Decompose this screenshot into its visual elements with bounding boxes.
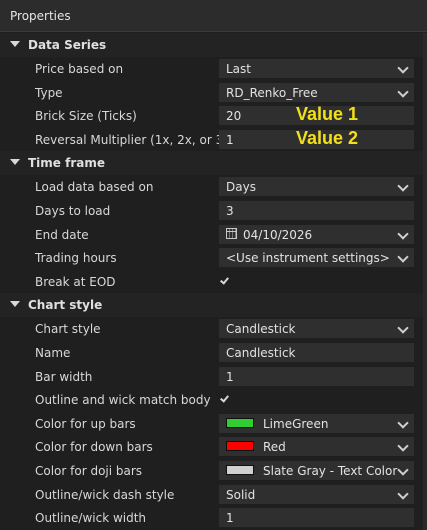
property-grid: Data Series Price based on Last Type RD_…	[0, 33, 427, 530]
section-data-series[interactable]: Data Series	[0, 33, 427, 57]
field-value: Candlestick	[226, 322, 296, 337]
color-swatch	[226, 441, 254, 452]
row-days-to-load[interactable]: Days to load 3	[0, 199, 427, 223]
days-to-load-input[interactable]: 3	[219, 200, 414, 220]
color-swatch	[226, 417, 254, 428]
color-swatch	[226, 464, 254, 475]
property-name: Color for down bars	[35, 440, 153, 455]
annotation-value-1: Value 1	[296, 104, 359, 125]
row-type[interactable]: Type RD_Renko_Free	[0, 81, 427, 105]
dropdown-arrow-icon[interactable]	[397, 440, 409, 452]
property-name: Reversal Multiplier (1x, 2x, or 3x)	[35, 132, 236, 147]
end-date-picker[interactable]: 04/10/2026	[219, 224, 414, 244]
row-end-date[interactable]: End date 04/10/2026	[0, 223, 427, 247]
field-value: 1	[226, 132, 234, 147]
row-reversal-multiplier[interactable]: Reversal Multiplier (1x, 2x, or 3x) 1 Va…	[0, 128, 427, 152]
chart-style-select[interactable]: Candlestick	[219, 319, 414, 339]
chevron-down-icon[interactable]	[10, 301, 20, 308]
price-based-on-select[interactable]: Last	[219, 59, 414, 78]
property-name: Type	[35, 85, 63, 100]
field-value: Solid	[226, 487, 256, 502]
type-select[interactable]: RD_Renko_Free	[219, 82, 414, 102]
chevron-down-icon[interactable]	[10, 159, 20, 166]
property-name: Days to load	[35, 203, 111, 218]
panel-title-bar: Properties	[0, 0, 427, 32]
annotation-value-2: Value 2	[296, 127, 359, 148]
property-name: Outline/wick width	[35, 511, 147, 526]
property-name: Brick Size (Ticks)	[35, 109, 137, 124]
color-down-bars-select[interactable]: Red	[219, 437, 414, 457]
dropdown-arrow-icon[interactable]	[397, 62, 409, 74]
property-name: Trading hours	[35, 251, 117, 266]
field-value: 20	[226, 109, 242, 124]
trading-hours-select[interactable]: <Use instrument settings>	[219, 248, 414, 268]
property-name: Color for doji bars	[35, 463, 143, 478]
field-value: 1	[226, 369, 234, 384]
property-name: Outline and wick match body	[35, 393, 211, 408]
row-price-based-on[interactable]: Price based on Last	[0, 57, 427, 81]
property-name: Color for up bars	[35, 416, 136, 431]
row-brick-size[interactable]: Brick Size (Ticks) 20 Value 1	[0, 104, 427, 128]
property-name: Price based on	[35, 62, 124, 76]
outline-dash-style-select[interactable]: Solid	[219, 484, 414, 504]
row-outline-dash-style[interactable]: Outline/wick dash style Solid	[0, 483, 427, 507]
field-value: Slate Gray - Text Color	[263, 463, 398, 478]
field-value: Red	[263, 440, 286, 455]
property-name: Chart style	[35, 322, 101, 337]
section-time-frame[interactable]: Time frame	[0, 151, 427, 176]
field-value: Last	[226, 62, 251, 76]
color-doji-bars-select[interactable]: Slate Gray - Text Color	[219, 460, 414, 480]
field-value: 3	[226, 203, 234, 218]
field-value: Days	[226, 180, 256, 195]
row-load-data-based-on[interactable]: Load data based on Days	[0, 175, 427, 199]
outline-wick-match-checkbox[interactable]	[220, 394, 230, 404]
calendar-icon[interactable]	[226, 227, 237, 239]
outline-wick-width-input[interactable]: 1	[219, 508, 414, 528]
chevron-down-icon[interactable]	[10, 41, 20, 47]
field-value: Candlestick	[226, 345, 296, 360]
dropdown-arrow-icon[interactable]	[397, 487, 409, 500]
load-data-based-on-select[interactable]: Days	[219, 177, 414, 197]
vertical-scrollbar[interactable]	[423, 33, 427, 530]
bar-width-input[interactable]: 1	[219, 366, 414, 386]
dropdown-arrow-icon[interactable]	[397, 464, 409, 476]
section-label: Chart style	[28, 298, 103, 313]
row-bar-width[interactable]: Bar width 1	[0, 365, 427, 389]
dropdown-arrow-icon[interactable]	[397, 180, 409, 193]
row-trading-hours[interactable]: Trading hours <Use instrument settings>	[0, 246, 427, 270]
field-value: 04/10/2026	[243, 227, 313, 242]
section-label: Time frame	[28, 156, 105, 171]
property-name: Name	[35, 345, 71, 360]
property-name: Break at EOD	[35, 274, 116, 289]
field-value: LimeGreen	[263, 416, 329, 431]
section-chart-style[interactable]: Chart style	[0, 293, 427, 318]
field-value: RD_Renko_Free	[226, 85, 318, 100]
property-name: Load data based on	[35, 180, 154, 195]
row-outline-wick-width[interactable]: Outline/wick width 1	[0, 506, 427, 530]
row-name[interactable]: Name Candlestick	[0, 341, 427, 365]
field-value: <Use instrument settings>	[226, 251, 390, 266]
property-name: End date	[35, 227, 89, 242]
row-color-doji-bars[interactable]: Color for doji bars Slate Gray - Text Co…	[0, 459, 427, 483]
dropdown-arrow-icon[interactable]	[397, 251, 409, 263]
row-outline-wick-match[interactable]: Outline and wick match body	[0, 388, 427, 412]
row-color-down-bars[interactable]: Color for down bars Red	[0, 435, 427, 459]
property-name: Bar width	[35, 369, 93, 384]
panel-title: Properties	[10, 9, 71, 23]
field-value: 1	[226, 511, 234, 526]
dropdown-arrow-icon[interactable]	[397, 322, 409, 335]
row-break-at-eod[interactable]: Break at EOD	[0, 270, 427, 294]
section-label: Data Series	[28, 38, 107, 52]
break-at-eod-checkbox[interactable]	[220, 276, 230, 286]
dropdown-arrow-icon[interactable]	[397, 85, 409, 98]
color-up-bars-select[interactable]: LimeGreen	[219, 413, 414, 433]
property-name: Outline/wick dash style	[35, 487, 175, 502]
name-input[interactable]: Candlestick	[219, 342, 414, 362]
dropdown-arrow-icon[interactable]	[397, 417, 409, 429]
dropdown-arrow-icon[interactable]	[397, 227, 409, 240]
row-chart-style[interactable]: Chart style Candlestick	[0, 317, 427, 341]
row-color-up-bars[interactable]: Color for up bars LimeGreen	[0, 412, 427, 436]
